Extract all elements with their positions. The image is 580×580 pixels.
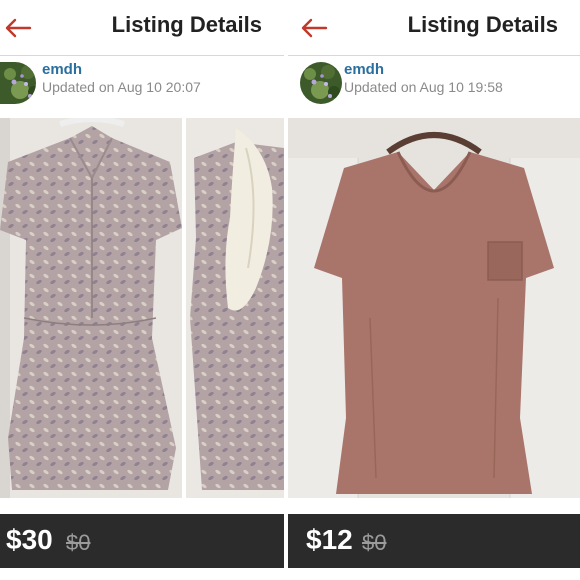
header: Listing Details [288,0,580,56]
username[interactable]: emdh [42,61,82,78]
listing-photo-2[interactable] [186,118,284,498]
page-title: Listing Details [407,12,558,37]
back-button[interactable] [0,10,36,46]
seller-info[interactable]: emdh Updated on Aug 10 20:07 [0,58,284,114]
price-bar: $12 $0 [288,514,580,568]
page-title: Listing Details [111,12,262,37]
header: Listing Details [0,0,284,56]
avatar[interactable] [0,62,36,104]
price: $12 [306,524,353,555]
avatar[interactable] [300,62,342,104]
username[interactable]: emdh [344,61,384,78]
back-arrow-icon [5,18,32,38]
listing-photo-1[interactable] [0,118,182,498]
updated-timestamp: Updated on Aug 10 19:58 [344,79,503,95]
listing-panel-right: Listing Details emdh Updated on Aug 10 1… [288,0,580,580]
listing-photo-1[interactable] [288,118,580,498]
original-price: $0 [66,530,91,555]
back-button[interactable] [296,10,332,46]
price: $30 [6,524,53,555]
photo-carousel[interactable] [0,118,284,502]
price-bar: $30 $0 [0,514,284,568]
seller-info[interactable]: emdh Updated on Aug 10 19:58 [288,58,580,114]
updated-timestamp: Updated on Aug 10 20:07 [42,79,201,95]
photo-carousel[interactable] [288,118,580,502]
back-arrow-icon [301,18,328,38]
original-price: $0 [362,530,387,555]
listing-panel-left: Listing Details emdh Updated on Aug 10 2… [0,0,284,580]
